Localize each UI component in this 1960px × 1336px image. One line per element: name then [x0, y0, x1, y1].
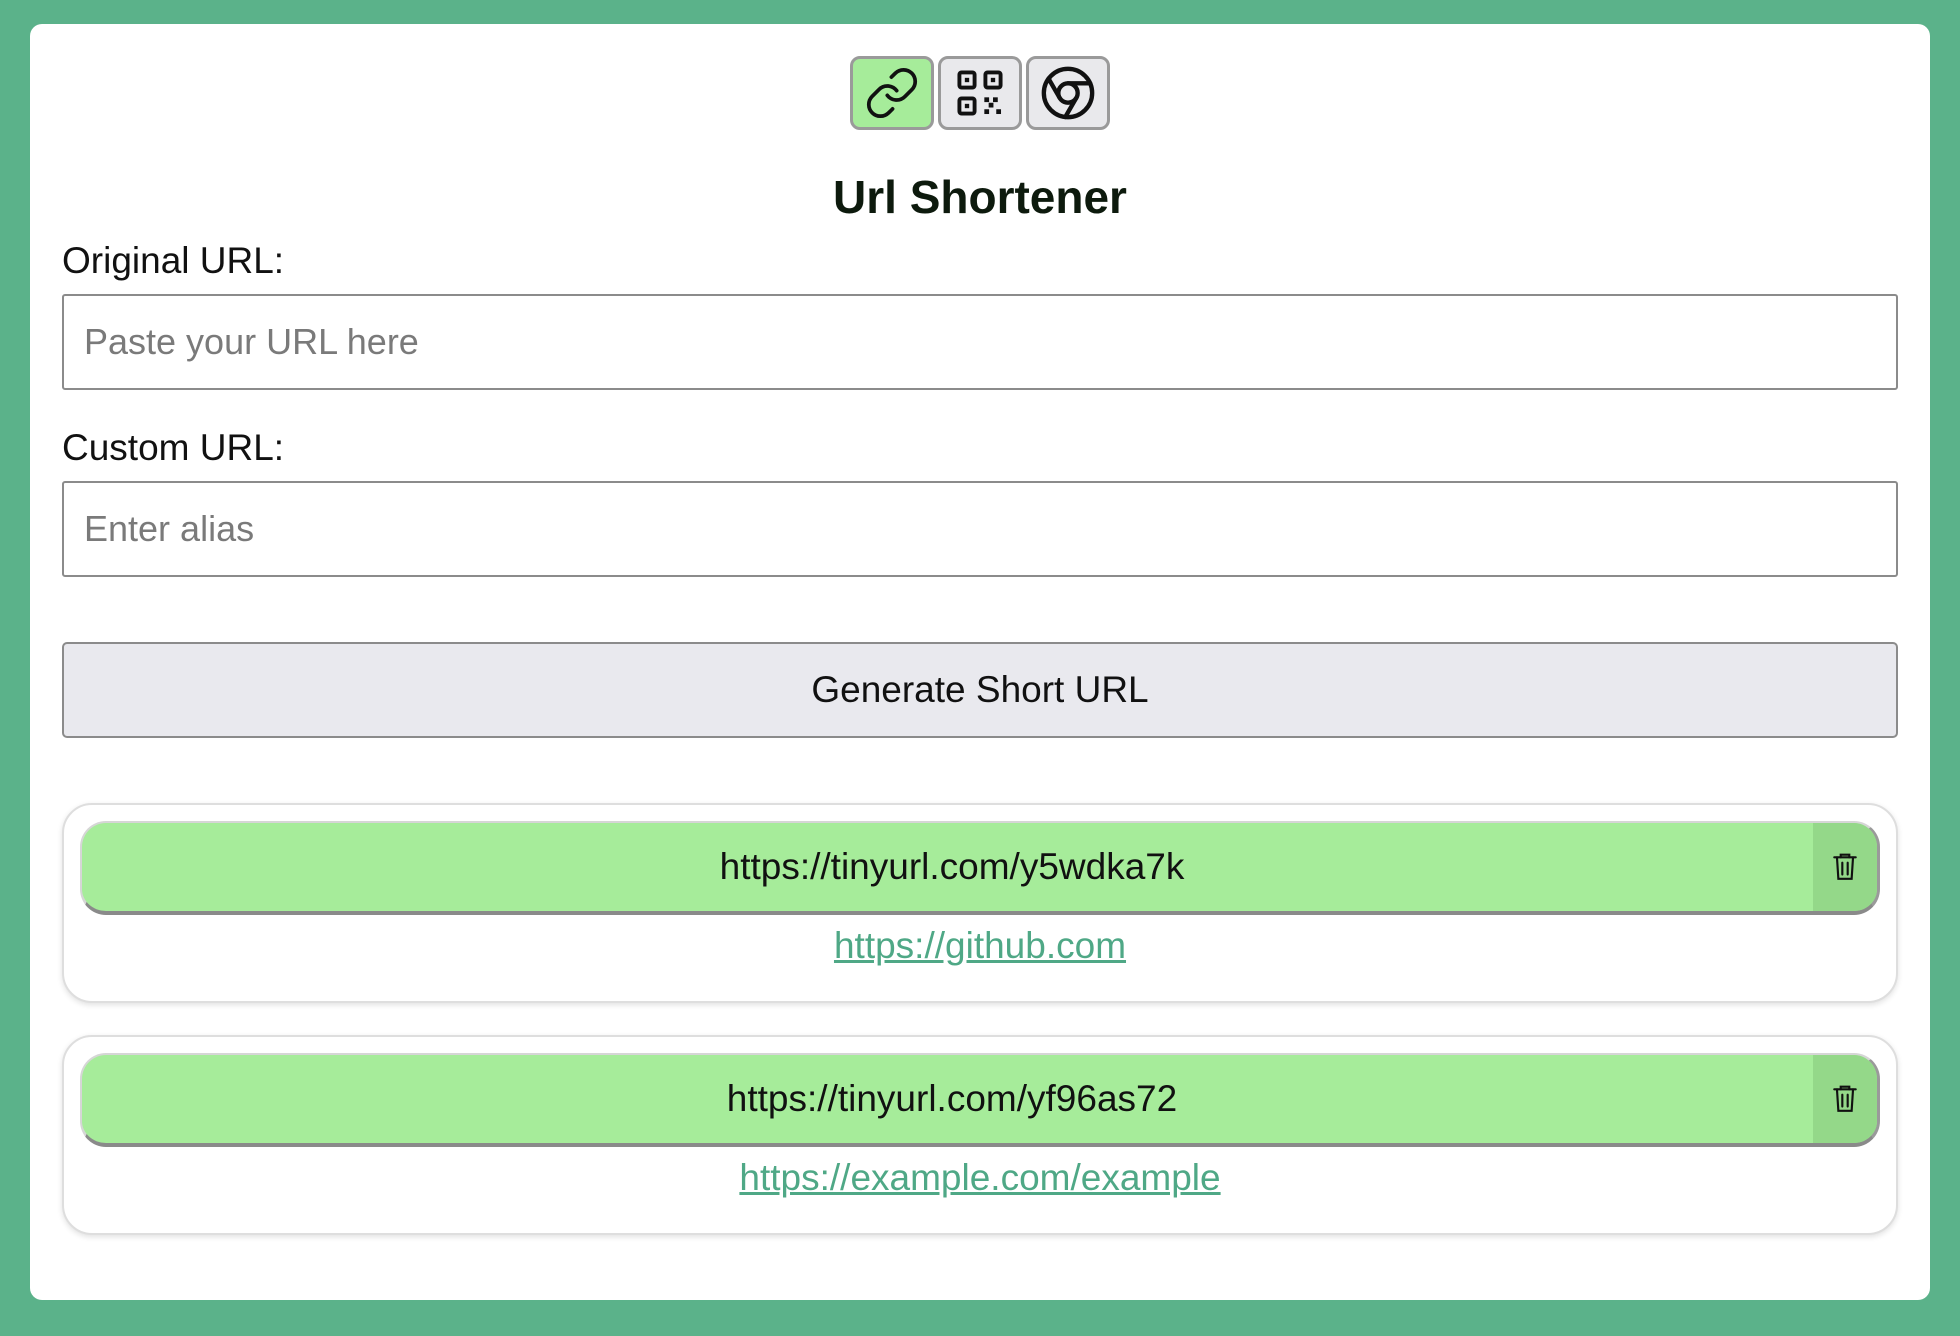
original-url-link[interactable]: https://github.com — [64, 925, 1896, 967]
original-url-label: Original URL: — [62, 240, 285, 281]
page-title: Url Shortener — [833, 171, 1127, 223]
delete-button[interactable] — [1813, 823, 1877, 911]
tool-tabs — [30, 56, 1930, 130]
result-card: https://tinyurl.com/yf96as72 https://exa… — [62, 1035, 1898, 1235]
link-icon — [866, 67, 918, 119]
result-card: https://tinyurl.com/y5wdka7k https://git… — [62, 803, 1898, 1003]
short-url-bar: https://tinyurl.com/y5wdka7k — [80, 821, 1880, 915]
qr-code-icon — [957, 70, 1003, 116]
short-url-bar: https://tinyurl.com/yf96as72 — [80, 1053, 1880, 1147]
short-url-copy[interactable]: https://tinyurl.com/y5wdka7k — [82, 823, 1822, 911]
tab-chrome-extension[interactable] — [1026, 56, 1110, 130]
short-url-copy[interactable]: https://tinyurl.com/yf96as72 — [82, 1055, 1822, 1143]
custom-alias-input[interactable] — [62, 481, 1898, 577]
trash-icon — [1833, 1085, 1857, 1112]
tab-qr-code[interactable] — [938, 56, 1022, 130]
original-url-link[interactable]: https://example.com/example — [64, 1157, 1896, 1199]
generate-short-url-button[interactable]: Generate Short URL — [62, 642, 1898, 738]
chrome-icon — [1041, 66, 1095, 120]
tab-url-shortener[interactable] — [850, 56, 934, 130]
trash-icon — [1833, 853, 1857, 880]
custom-url-label: Custom URL: — [62, 427, 285, 468]
main-card: Url Shortener Original URL: Custom URL: … — [30, 24, 1930, 1300]
original-url-input[interactable] — [62, 294, 1898, 390]
delete-button[interactable] — [1813, 1055, 1877, 1143]
